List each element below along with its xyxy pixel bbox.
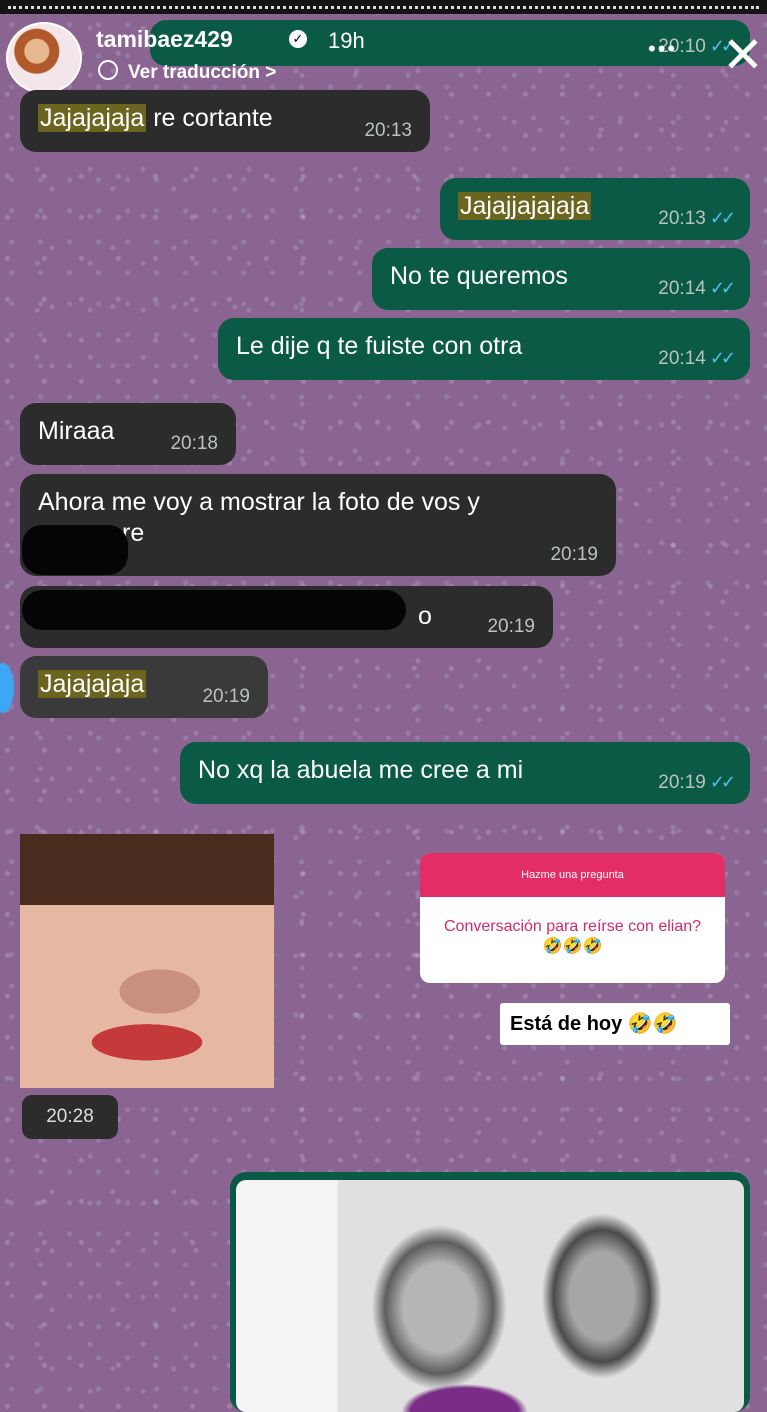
question-sticker-text: Conversación para reírse con elian?🤣🤣🤣	[443, 918, 702, 955]
verified-badge-icon: ✓	[289, 30, 307, 48]
more-dots-icon[interactable]: •••	[648, 36, 677, 62]
photo-time: 20:28	[22, 1095, 118, 1139]
message-bubble: Jajajjajajaja 20:13 ✓✓	[440, 178, 750, 240]
balloons-image	[236, 1180, 744, 1412]
read-ticks-icon: ✓✓	[709, 208, 736, 228]
username[interactable]: tamibaez429	[96, 26, 233, 53]
question-sticker[interactable]: Hazme una pregunta Conversación para reí…	[420, 853, 725, 983]
avatar[interactable]	[6, 22, 82, 94]
read-ticks-icon: ✓✓	[709, 278, 736, 298]
message-highlight: Jajajajaja	[38, 104, 147, 132]
message-bubble: Jajajajaja re cortante 20:13	[20, 90, 430, 152]
message-text: Miraaa	[38, 417, 115, 445]
message-time: 20:19	[658, 772, 706, 793]
shared-photo[interactable]	[20, 834, 274, 1088]
message-bubble: Miraaa 20:18	[20, 403, 236, 465]
redaction-scribble	[22, 525, 128, 575]
translate-link[interactable]: Ver traducción >	[98, 60, 276, 84]
message-bubble: No te queremos 20:14 ✓✓	[372, 248, 750, 310]
redaction-scribble	[22, 590, 406, 630]
message-text: Le dije q te fuiste con otra	[236, 332, 523, 360]
message-time: 20:14	[658, 348, 706, 369]
question-sticker-header: Hazme una pregunta	[420, 853, 725, 897]
message-time: 20:19	[550, 544, 598, 565]
translate-icon	[98, 60, 118, 80]
read-ticks-icon: ✓✓	[709, 348, 736, 368]
read-ticks-icon: ✓✓	[709, 772, 736, 792]
message-text: o	[418, 602, 432, 630]
message-text: No xq la abuela me cree a mi	[198, 756, 524, 784]
answer-sticker: Está de hoy 🤣🤣	[500, 1003, 730, 1045]
message-text: No te queremos	[390, 262, 568, 290]
story-progress-bar	[0, 0, 767, 14]
reaction-dot	[0, 663, 14, 713]
translate-label: Ver traducción >	[128, 62, 277, 83]
message-time: 20:19	[487, 616, 535, 637]
message-highlight: Jajajjajajaja	[458, 192, 592, 220]
message-text: re cortante	[153, 104, 273, 132]
message-text: Ahora me voy a mostrar la foto de vos y	[38, 488, 480, 516]
close-icon[interactable]: ✕	[722, 30, 764, 80]
story-time-ago: 19h	[328, 28, 365, 53]
message-time: 20:19	[202, 686, 250, 707]
message-bubble: No xq la abuela me cree a mi 20:19 ✓✓	[180, 742, 750, 804]
message-time: 20:13	[658, 208, 706, 229]
message-bubble: Jajajajaja 20:19	[20, 656, 268, 718]
message-time: 20:18	[170, 433, 218, 454]
message-bubble: Le dije q te fuiste con otra 20:14 ✓✓	[218, 318, 750, 380]
message-highlight: Jajajajaja	[38, 670, 147, 698]
message-time: 20:13	[364, 120, 412, 141]
message-time: 20:14	[658, 278, 706, 299]
shared-image-message[interactable]	[230, 1172, 750, 1412]
